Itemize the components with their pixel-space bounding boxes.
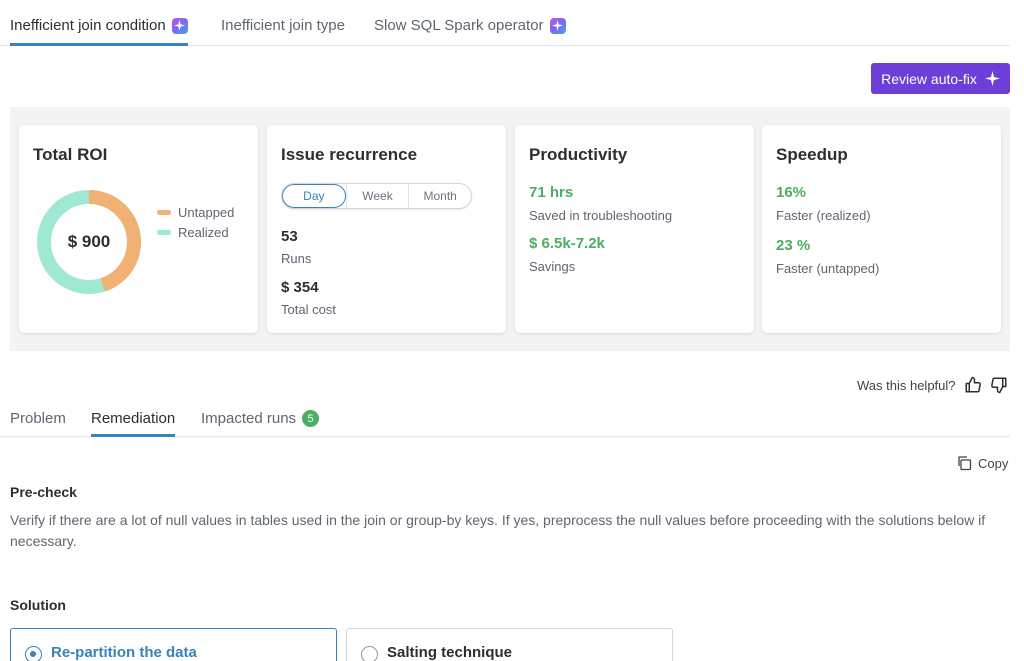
issue-tabs: Inefficient join condition Inefficient j…	[0, 0, 1010, 46]
ai-sparkle-icon	[549, 17, 566, 34]
total-roi-card: Total ROI $ 900 Untapped Realized	[19, 125, 258, 333]
tab-label: Impacted runs	[201, 410, 297, 427]
hours-saved-label: Saved in troubleshooting	[529, 208, 673, 223]
runs-value: 53	[281, 228, 298, 245]
realized-speedup-value: 16%	[776, 184, 807, 201]
hours-saved-value: 71 hrs	[529, 184, 574, 201]
active-tab-indicator	[10, 43, 188, 46]
tab-label: Inefficient join type	[221, 17, 345, 34]
card-title: Total ROI	[33, 145, 108, 164]
tab-slow-sql-spark-operator[interactable]: Slow SQL Spark operator	[374, 17, 566, 34]
precheck-text: Verify if there are a lot of null values…	[10, 512, 986, 549]
tab-inefficient-join-type[interactable]: Inefficient join type	[221, 17, 345, 34]
active-tab-indicator	[91, 434, 176, 437]
roi-value: $ 900	[67, 232, 111, 251]
legend-realized: Realized	[157, 225, 229, 240]
speedup-card: Speedup 16% Faster (realized) 23 % Faste…	[762, 125, 1001, 333]
untapped-speedup-value: 23 %	[776, 237, 811, 254]
tab-problem[interactable]: Problem	[10, 410, 66, 427]
period-toggle: Day Week Month	[281, 183, 472, 209]
tab-remediation[interactable]: Remediation	[91, 410, 176, 437]
realized-speedup-label: Faster (realized)	[776, 208, 871, 223]
period-month[interactable]: Month	[408, 184, 471, 208]
tab-label: Inefficient join condition	[10, 17, 166, 34]
thumbs-down-icon[interactable]	[990, 376, 1008, 394]
copy-icon	[958, 456, 972, 471]
radio-button[interactable]	[361, 646, 378, 661]
copy-button[interactable]: Copy	[956, 455, 1008, 471]
card-title: Issue recurrence	[281, 145, 418, 164]
solution-option-salting[interactable]: Salting technique	[346, 628, 673, 661]
review-auto-fix-button[interactable]: Review auto-fix	[871, 63, 1010, 94]
tab-impacted-runs[interactable]: Impacted runs 5	[201, 410, 320, 427]
tab-label: Problem	[10, 410, 66, 427]
untapped-speedup-label: Faster (untapped)	[776, 261, 880, 276]
legend-swatch	[157, 210, 171, 215]
total-cost-label: Total cost	[281, 302, 336, 317]
legend-swatch	[157, 230, 171, 235]
detail-tabs: Problem Remediation Impacted runs 5	[0, 398, 1010, 437]
tab-label: Slow SQL Spark operator	[374, 17, 544, 34]
copy-label: Copy	[978, 455, 1009, 471]
ai-sparkle-icon	[171, 17, 188, 34]
option-label: Re-partition the data	[51, 644, 197, 661]
period-week[interactable]: Week	[345, 184, 409, 208]
feedback-label: Was this helpful?	[857, 377, 956, 393]
period-day[interactable]: Day	[282, 184, 346, 208]
impacted-runs-count-badge: 5	[302, 410, 320, 427]
legend-label: Untapped	[178, 205, 235, 220]
review-auto-fix-label: Review auto-fix	[881, 70, 977, 87]
precheck-heading: Pre-check	[10, 484, 77, 500]
runs-label: Runs	[281, 251, 312, 266]
legend-label: Realized	[178, 225, 229, 240]
card-title: Productivity	[529, 145, 628, 164]
stats-panel: Total ROI $ 900 Untapped Realized Issue …	[10, 107, 1010, 351]
issue-recurrence-card: Issue recurrence Day Week Month 53 Runs …	[267, 125, 506, 333]
tab-label: Remediation	[91, 410, 176, 427]
card-title: Speedup	[776, 145, 848, 164]
thumbs-up-icon[interactable]	[964, 376, 982, 394]
tab-inefficient-join-condition[interactable]: Inefficient join condition	[10, 17, 188, 46]
legend-untapped: Untapped	[157, 205, 234, 220]
total-cost-value: $ 354	[281, 279, 319, 296]
savings-label: Savings	[529, 259, 576, 274]
option-label: Salting technique	[387, 644, 513, 661]
radio-button[interactable]	[25, 646, 42, 661]
savings-value: $ 6.5k-7.2k	[529, 235, 605, 252]
sparkle-icon	[984, 71, 1000, 86]
productivity-card: Productivity 71 hrs Saved in troubleshoo…	[515, 125, 754, 333]
solution-heading: Solution	[10, 597, 66, 613]
feedback-prompt: Was this helpful?	[857, 376, 1008, 394]
solution-option-repartition[interactable]: Re-partition the data	[10, 628, 337, 661]
